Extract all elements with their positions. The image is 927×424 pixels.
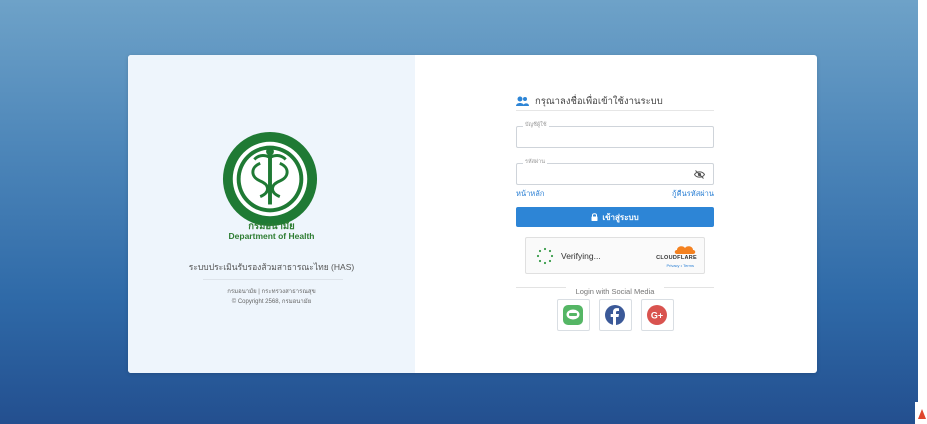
username-field[interactable]: บัญชีผู้ใช้ <box>516 121 714 148</box>
form-links: หน้าหลัก กู้คืนรหัสผ่าน <box>516 188 714 200</box>
users-icon <box>516 96 529 106</box>
login-card: กรมอนามัย Department of Health ระบบประเม… <box>128 55 817 373</box>
login-button[interactable]: เข้าสู่ระบบ <box>516 207 714 227</box>
lock-icon <box>591 213 598 221</box>
line-login-button[interactable] <box>556 299 590 331</box>
line-icon <box>563 305 583 325</box>
footer-links: กรมอนามัย | กระทรวงสาธารณสุข <box>227 289 316 295</box>
corner-app-icon[interactable] <box>915 402 927 424</box>
loading-spinner-icon <box>536 247 554 265</box>
home-link[interactable]: หน้าหลัก <box>516 188 544 200</box>
form-title: กรุณาลงชื่อเพื่อเข้าใช้งานระบบ <box>516 95 714 111</box>
form-title-text: กรุณาลงชื่อเพื่อเข้าใช้งานระบบ <box>535 96 663 107</box>
facebook-icon <box>605 305 625 325</box>
cloudflare-turnstile[interactable]: Verifying... CLOUDFLARE Privacy • Terms <box>525 237 705 274</box>
divider <box>203 279 343 280</box>
right-edge-strip <box>918 0 927 424</box>
social-login-header: Login with Social Media <box>516 281 714 296</box>
svg-text:G+: G+ <box>651 311 663 321</box>
system-name: ระบบประเมินรับรองส้วมสาธารณะไทย (HAS) <box>188 262 355 272</box>
eye-slash-icon[interactable] <box>694 170 705 179</box>
login-form: กรุณาลงชื่อเพื่อเข้าใช้งานระบบ บัญชีผู้ใ… <box>516 95 714 331</box>
password-input[interactable] <box>517 164 713 185</box>
captcha-status: Verifying... <box>561 251 601 261</box>
org-name-english: Department of Health <box>228 231 315 241</box>
social-divider-right <box>664 287 714 288</box>
captcha-privacy-links[interactable]: Privacy • Terms <box>666 263 694 268</box>
social-divider-left <box>516 287 566 288</box>
copyright-text: © Copyright 2568, กรมอนามัย <box>231 299 312 305</box>
forgot-password-link[interactable]: กู้คืนรหัสผ่าน <box>672 188 714 200</box>
password-field[interactable]: รหัสผ่าน <box>516 158 714 185</box>
ministry-seal-logo <box>222 131 318 227</box>
social-header-text: Login with Social Media <box>575 287 655 296</box>
google-login-button[interactable]: G+ <box>640 299 674 331</box>
cloudflare-wordmark: CLOUDFLARE <box>656 255 697 261</box>
facebook-login-button[interactable] <box>598 299 632 331</box>
login-button-label: เข้าสู่ระบบ <box>602 212 639 222</box>
google-plus-icon: G+ <box>647 305 667 325</box>
social-buttons: G+ <box>516 299 714 331</box>
username-input[interactable] <box>517 127 713 148</box>
username-label: บัญชีผู้ใช้ <box>523 121 549 130</box>
branding-panel: กรมอนามัย Department of Health ระบบประเม… <box>128 55 415 373</box>
cloudflare-cloud-icon <box>674 246 696 254</box>
password-label: รหัสผ่าน <box>523 158 548 167</box>
